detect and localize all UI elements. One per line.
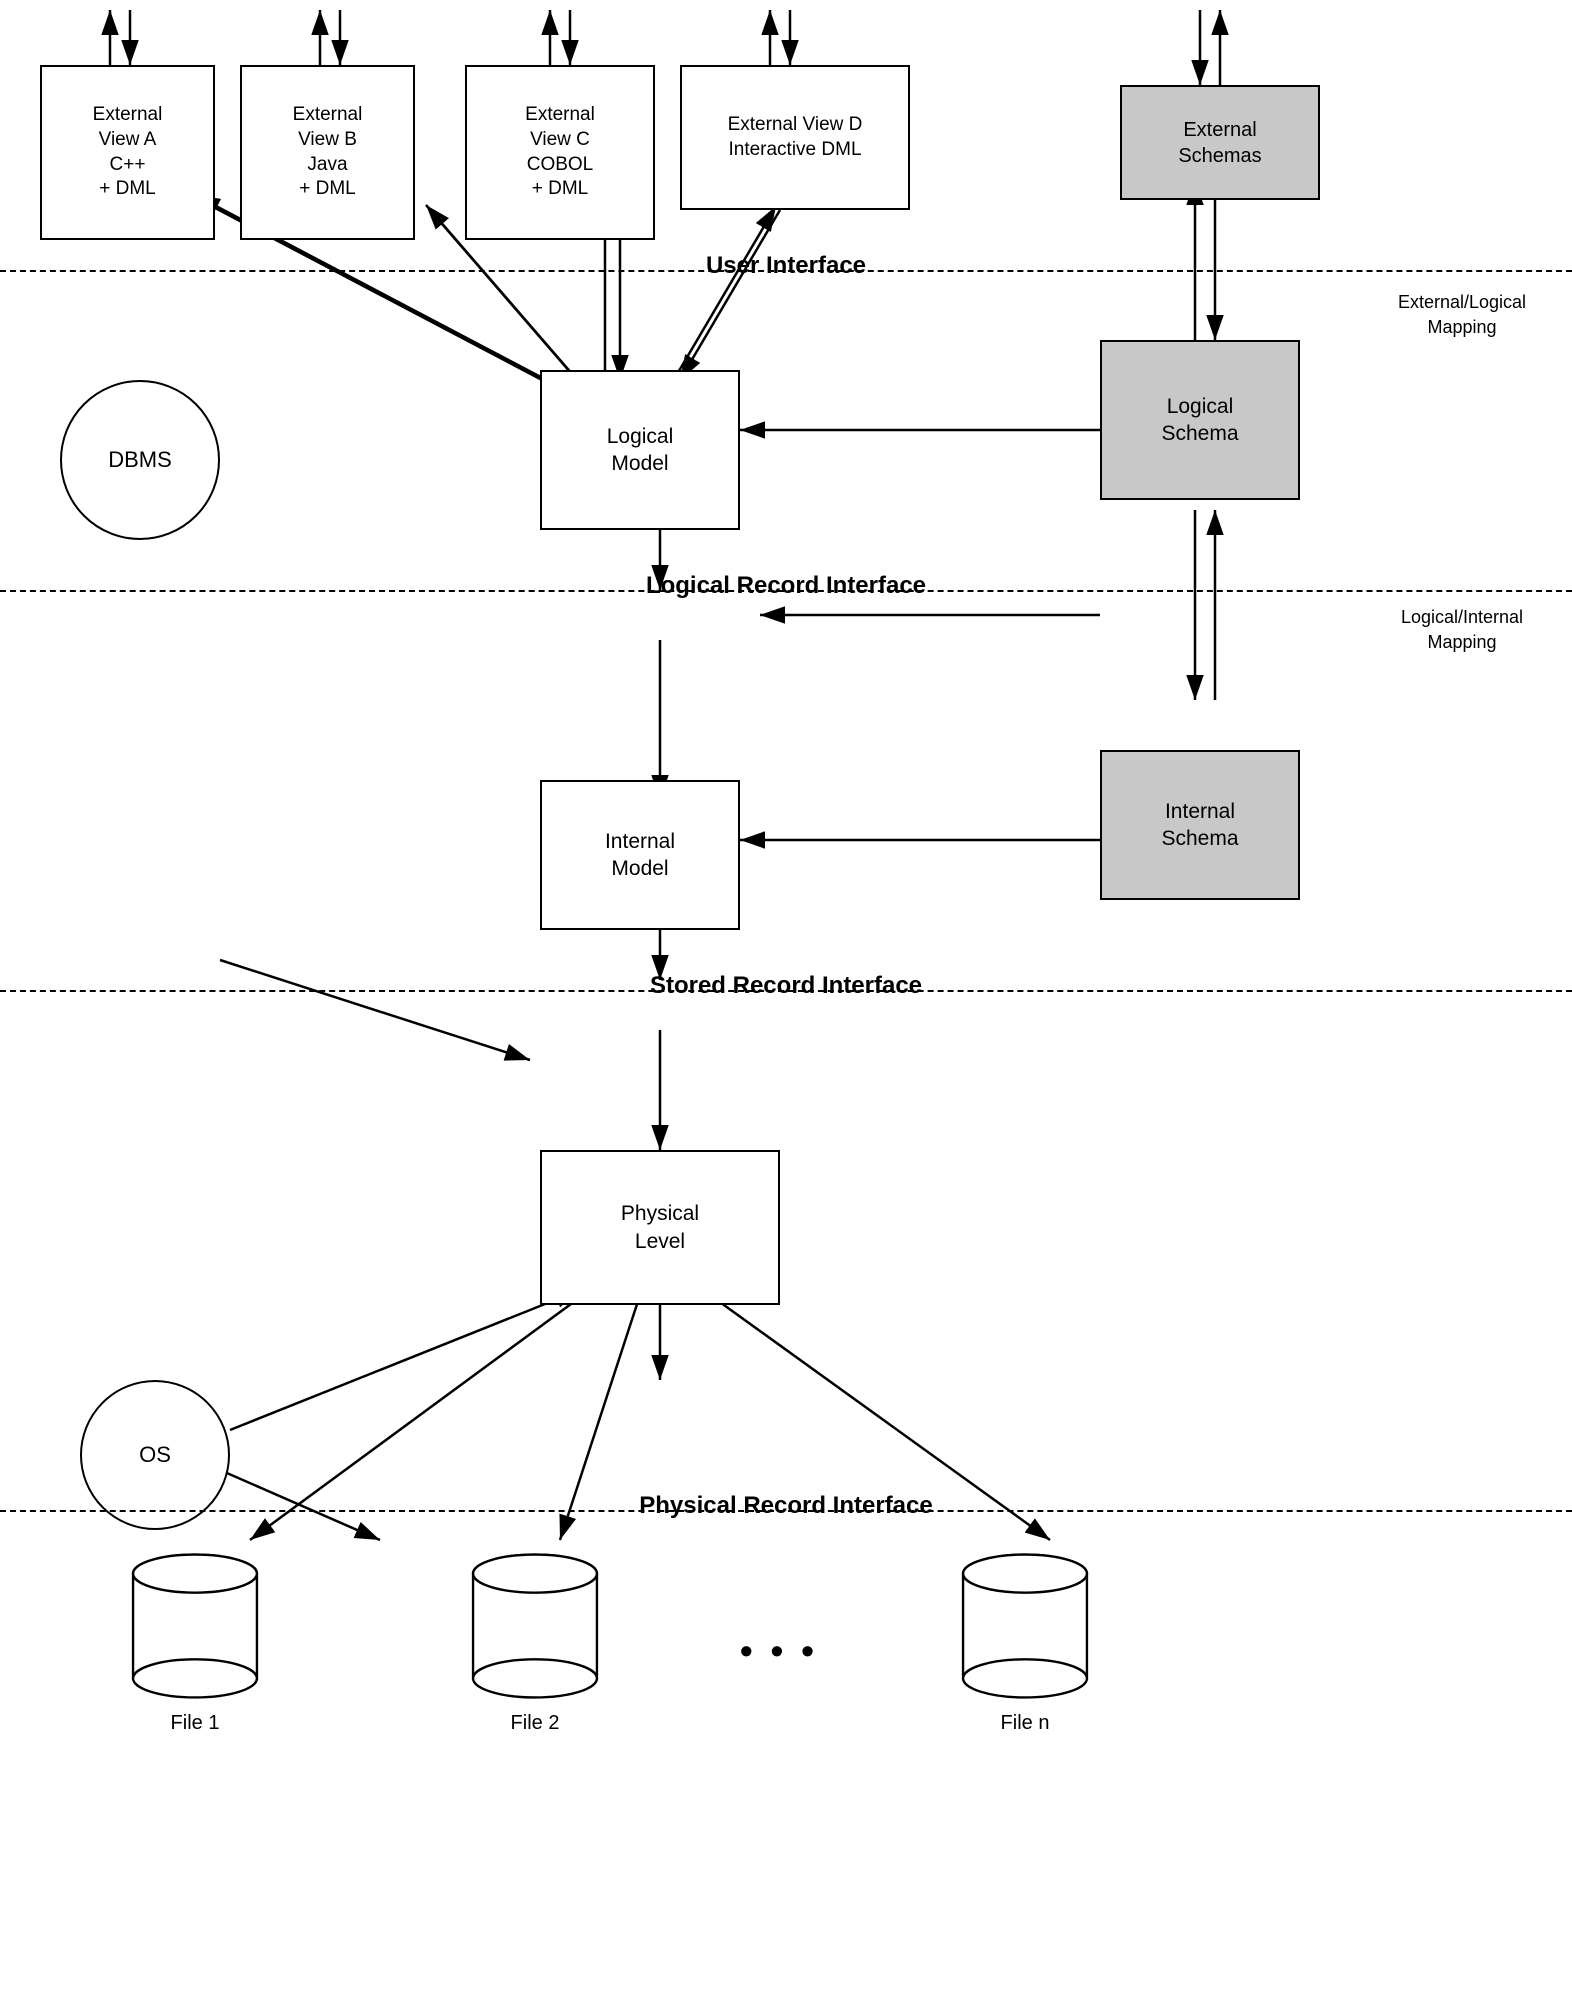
logical-record-interface-label: Logical Record Interface bbox=[0, 572, 1572, 600]
external-schemas-box: ExternalSchemas bbox=[1120, 85, 1320, 200]
physical-level-box: PhysicalLevel bbox=[540, 1150, 780, 1305]
file2-label: File 2 bbox=[511, 1712, 560, 1735]
filen-label: File n bbox=[1001, 1712, 1050, 1735]
file1-label: File 1 bbox=[171, 1712, 220, 1735]
physical-level-label: PhysicalLevel bbox=[621, 1200, 699, 1255]
user-interface-label: User Interface bbox=[0, 252, 1572, 280]
internal-model-label: InternalModel bbox=[605, 828, 675, 883]
logical-schema-box: LogicalSchema bbox=[1100, 340, 1300, 500]
internal-schema-label: InternalSchema bbox=[1161, 798, 1238, 853]
logical-model-box: LogicalModel bbox=[540, 370, 740, 530]
external-logical-mapping-label: External/Logical Mapping bbox=[1372, 290, 1552, 340]
os-label: OS bbox=[139, 1442, 171, 1468]
diagram-container: External View A C++ + DML ExternalView B… bbox=[0, 0, 1572, 1999]
dbms-circle: DBMS bbox=[60, 380, 220, 540]
logical-model-label: LogicalModel bbox=[607, 423, 674, 478]
external-view-c-label: ExternalView CCOBOL+ DML bbox=[525, 103, 595, 202]
physical-record-interface-label: Physical Record Interface bbox=[0, 1492, 1572, 1520]
external-view-c-box: ExternalView CCOBOL+ DML bbox=[465, 65, 655, 240]
external-view-b-label: ExternalView BJava+ DML bbox=[293, 103, 363, 202]
file2-cylinder: File 2 bbox=[460, 1545, 610, 1745]
external-view-d-label: External View DInteractive DML bbox=[728, 113, 863, 162]
filen-cylinder: File n bbox=[950, 1545, 1100, 1745]
external-view-d-box: External View DInteractive DML bbox=[680, 65, 910, 210]
external-view-b-box: ExternalView BJava+ DML bbox=[240, 65, 415, 240]
internal-schema-box: InternalSchema bbox=[1100, 750, 1300, 900]
dbms-label: DBMS bbox=[108, 447, 172, 473]
internal-model-box: InternalModel bbox=[540, 780, 740, 930]
external-view-a-label: External View A C++ + DML bbox=[93, 103, 163, 202]
ellipsis-dots: • • • bbox=[740, 1630, 818, 1672]
stored-record-interface-label: Stored Record Interface bbox=[0, 972, 1572, 1000]
logical-internal-mapping-label: Logical/Internal Mapping bbox=[1372, 605, 1552, 655]
file1-cylinder: File 1 bbox=[120, 1545, 270, 1745]
external-view-a-box: External View A C++ + DML bbox=[40, 65, 215, 240]
external-schemas-label: ExternalSchemas bbox=[1178, 117, 1261, 169]
logical-schema-label: LogicalSchema bbox=[1161, 393, 1238, 448]
